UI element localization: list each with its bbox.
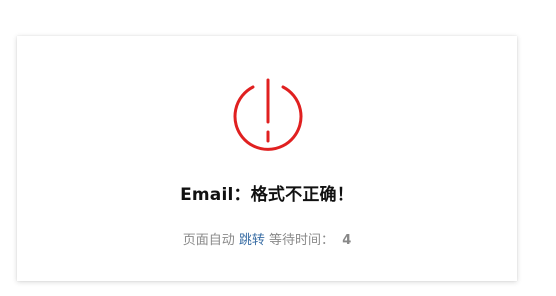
- redirect-prefix: 页面自动: [182, 233, 235, 248]
- redirect-link[interactable]: 跳转: [239, 233, 265, 248]
- error-message: Email：格式不正确！: [180, 185, 354, 205]
- power-warning-icon: [231, 78, 305, 154]
- error-card: Email：格式不正确！ 页面自动 跳转 等待时间： 4: [17, 36, 517, 281]
- countdown-value: 4: [342, 233, 352, 248]
- page: Email：格式不正确！ 页面自动 跳转 等待时间： 4: [0, 0, 556, 296]
- redirect-suffix: 等待时间：: [269, 233, 335, 248]
- redirect-notice: 页面自动 跳转 等待时间： 4: [17, 229, 517, 248]
